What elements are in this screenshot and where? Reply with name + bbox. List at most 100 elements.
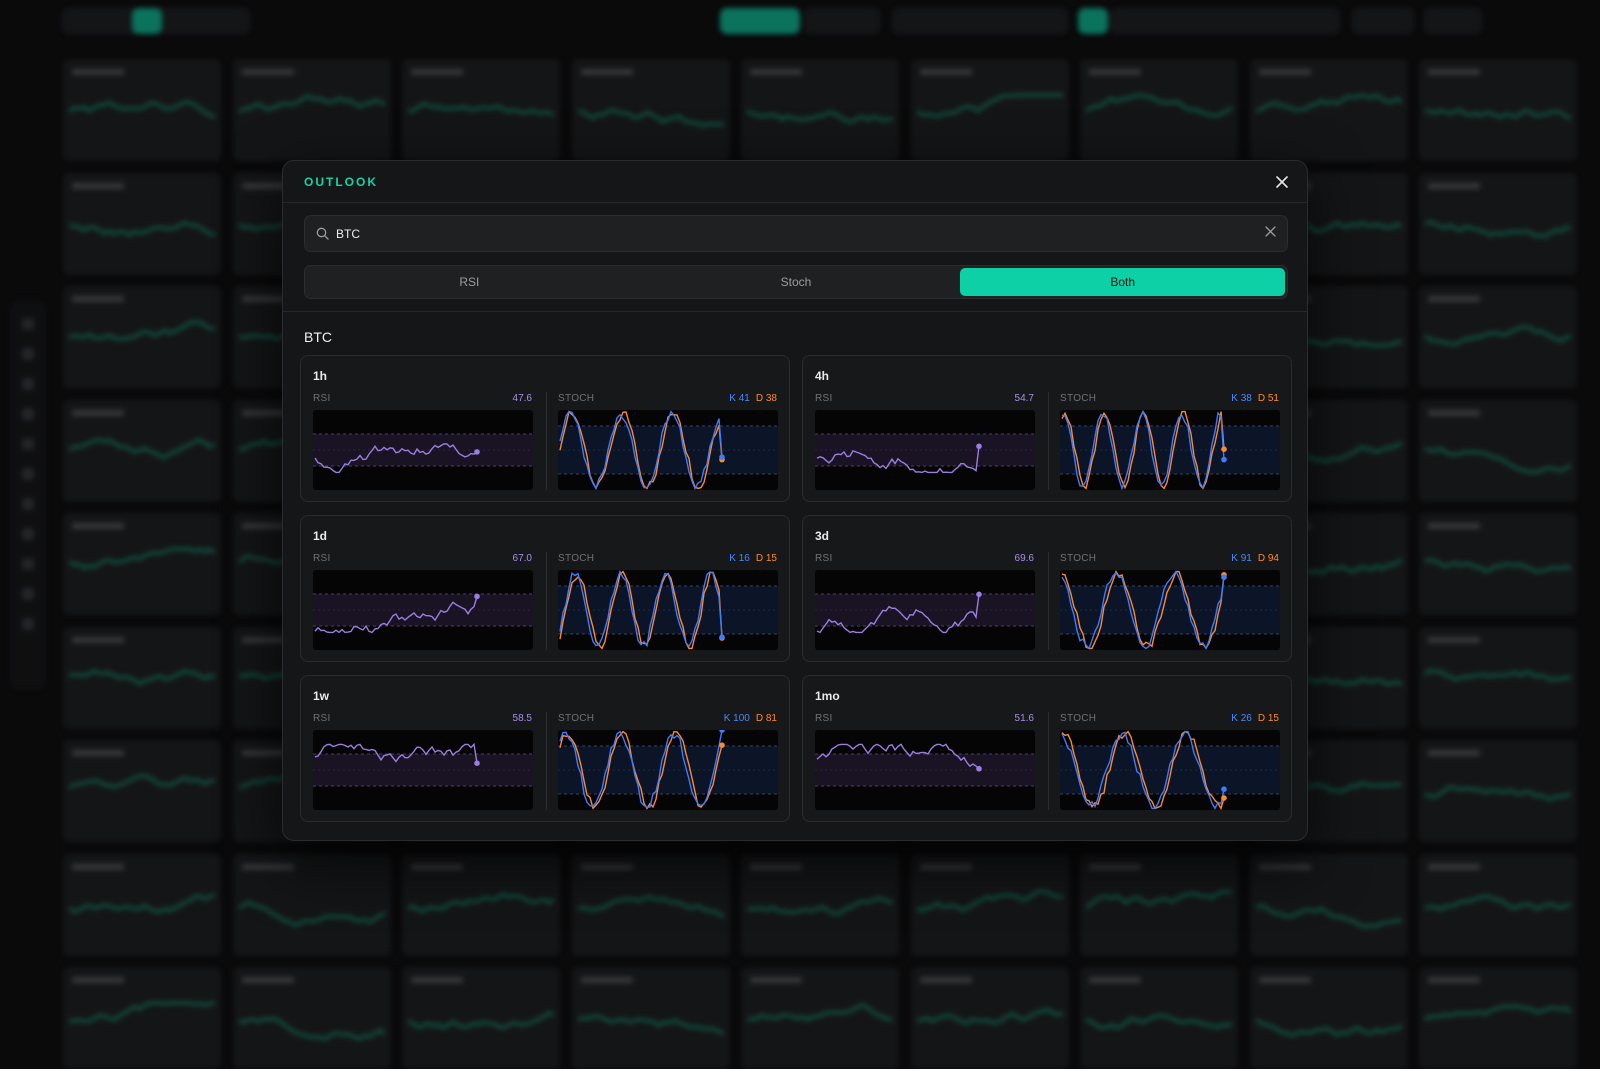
background-tile: [741, 967, 899, 1069]
stoch-d-last-point: [1221, 795, 1227, 801]
background-tile: [1080, 59, 1238, 161]
background-pill: [892, 8, 1068, 34]
background-tile: [1419, 172, 1577, 275]
rsi-last-point: [976, 765, 982, 772]
rsi-chart: [313, 570, 533, 650]
background-tile: [402, 967, 560, 1069]
stoch-d-value: D 51: [1257, 393, 1279, 404]
background-tile: [1419, 513, 1577, 615]
modal-header: OUTLOOK: [283, 161, 1307, 203]
stoch-label: STOCH: [1060, 713, 1097, 724]
column-separator: [1048, 712, 1049, 810]
close-icon: [1276, 176, 1288, 188]
background-tile: [63, 740, 221, 842]
stoch-d-value: D 94: [1257, 553, 1279, 564]
tab-rsi[interactable]: RSI: [307, 268, 632, 296]
divider: [283, 311, 1307, 312]
rsi-label: RSI: [815, 393, 833, 404]
timeframe-label: 1h: [313, 369, 328, 383]
background-tile: [1419, 853, 1577, 956]
stoch-k-value: K 16: [729, 553, 750, 564]
background-tile: [1249, 967, 1408, 1069]
stoch-d-last-point: [719, 742, 725, 748]
stoch-label: STOCH: [1060, 393, 1097, 404]
stoch-values: K 100 D 81: [724, 713, 777, 724]
background-tile: [63, 626, 221, 729]
background-tile: [63, 286, 221, 388]
background-tile: [1419, 399, 1577, 502]
background-tile: [63, 399, 221, 502]
background-pill: [804, 8, 880, 34]
rsi-chart: [815, 570, 1035, 650]
stoch-k-value: K 91: [1231, 553, 1252, 564]
timeframe-card[interactable]: 1d RSI 67.0 STOCH K 16 D 15: [300, 515, 790, 662]
stoch-d-value: D 38: [755, 393, 777, 404]
column-separator: [546, 552, 547, 650]
timeframe-card[interactable]: 4h RSI 54.7 STOCH K 38 D 51: [802, 355, 1292, 502]
stoch-chart: [1060, 570, 1280, 650]
clear-icon[interactable]: [1265, 226, 1276, 237]
background-tile: [63, 513, 221, 615]
stoch-label: STOCH: [1060, 553, 1097, 564]
stoch-k-last-point: [719, 634, 725, 640]
stoch-chart: [1060, 410, 1280, 490]
background-pill: [720, 8, 800, 34]
background-tile: [1249, 853, 1408, 956]
search-input[interactable]: [336, 216, 1256, 251]
stoch-d-value: D 15: [755, 553, 777, 564]
rsi-label: RSI: [313, 393, 331, 404]
background-tile: [910, 853, 1069, 956]
background-tile: [63, 853, 221, 956]
stoch-d-last-point: [1221, 446, 1227, 452]
rsi-last-point: [976, 591, 982, 598]
timeframe-card[interactable]: 1mo RSI 51.6 STOCH K 26 D 15: [802, 675, 1292, 822]
close-button[interactable]: [1271, 171, 1293, 193]
rsi-value: 47.6: [512, 393, 532, 404]
background-tile: [232, 59, 391, 161]
stoch-chart: [558, 570, 778, 650]
timeframe-card[interactable]: 1h RSI 47.6 STOCH K 41 D 38: [300, 355, 790, 502]
stoch-d-value: D 81: [755, 713, 777, 724]
rsi-value: 67.0: [512, 553, 532, 564]
background-pill: [1352, 8, 1414, 34]
symbol-heading: BTC: [304, 329, 332, 345]
background-tile: [63, 967, 221, 1069]
outlook-modal: OUTLOOK RSI Stoch Both BTC 1h RSI 47.6 STOC…: [282, 160, 1308, 841]
rsi-label: RSI: [815, 713, 833, 724]
timeframe-label: 1mo: [815, 689, 840, 703]
stoch-k-value: K 41: [729, 393, 750, 404]
background-tile: [232, 967, 391, 1069]
rsi-value: 54.7: [1014, 393, 1034, 404]
background-tile: [1419, 59, 1577, 161]
modal-title: OUTLOOK: [304, 175, 378, 189]
background-sidebar: [10, 300, 46, 690]
timeframe-card[interactable]: 1w RSI 58.5 STOCH K 100 D 81: [300, 675, 790, 822]
background-tile: [232, 853, 391, 956]
column-separator: [1048, 392, 1049, 490]
stoch-k-last-point: [719, 730, 725, 733]
background-tile: [1080, 967, 1238, 1069]
background-tile: [571, 967, 730, 1069]
background-tile: [63, 172, 221, 275]
background-tile: [1419, 286, 1577, 388]
rsi-chart: [313, 410, 533, 490]
stoch-d-value: D 15: [1257, 713, 1279, 724]
column-separator: [546, 712, 547, 810]
background-toolbar: [0, 0, 1600, 44]
background-tile: [910, 967, 1069, 1069]
background-tile: [910, 59, 1069, 161]
search-box: [304, 215, 1288, 252]
stoch-chart: [1060, 730, 1280, 810]
background-pill: [1110, 8, 1340, 34]
background-pill: [132, 8, 162, 34]
timeframe-card[interactable]: 3d RSI 69.6 STOCH K 91 D 94: [802, 515, 1292, 662]
stoch-label: STOCH: [558, 553, 595, 564]
background-tile: [402, 59, 560, 161]
column-separator: [546, 392, 547, 490]
tab-both[interactable]: Both: [960, 268, 1286, 296]
stoch-values: K 38 D 51: [1231, 393, 1279, 404]
stoch-k-last-point: [1221, 574, 1227, 580]
tab-stoch[interactable]: Stoch: [634, 268, 959, 296]
indicator-toggle: RSI Stoch Both: [304, 265, 1288, 299]
rsi-chart: [815, 410, 1035, 490]
